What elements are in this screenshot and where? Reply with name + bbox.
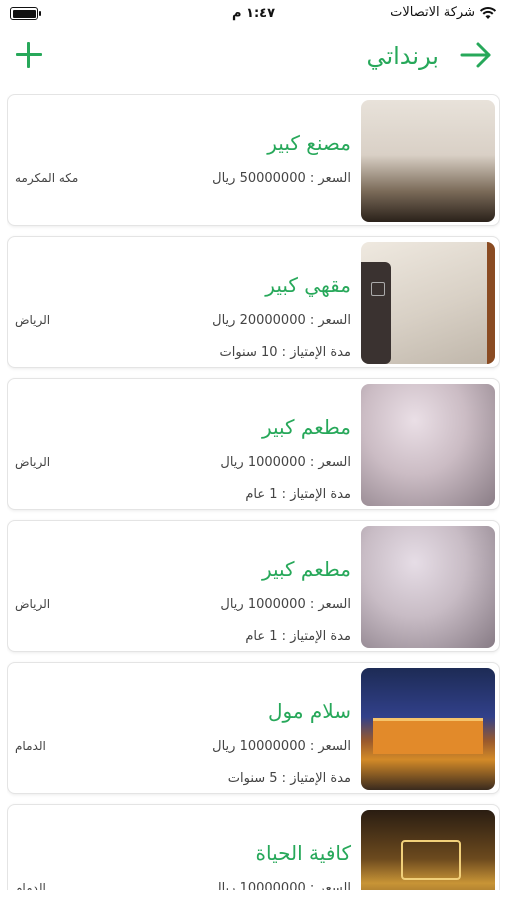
listing-city: الرياض [15, 313, 51, 327]
listing-duration: مدة الإمتياز : 1 عام [245, 629, 351, 644]
arrow-right-icon [460, 42, 491, 68]
listing-duration: مدة الإمتياز : 5 سنوات [227, 771, 351, 786]
listing-card[interactable]: مطعم كبير السعر : 1000000 ريال الرياض مد… [7, 520, 500, 652]
listing-city: مكه المكرمه [15, 171, 79, 185]
listing-price: السعر : 10000000 ريال [212, 739, 351, 754]
carrier-name: شركة الاتصالات [390, 5, 475, 20]
listing-image [361, 668, 495, 790]
listing-card[interactable]: سلام مول السعر : 10000000 ريال الدمام مد… [7, 662, 500, 794]
carrier-info: شركة الاتصالات [390, 5, 497, 20]
wifi-icon [479, 6, 497, 19]
navigation-bar: برنداتي [0, 30, 507, 86]
listing-image [361, 242, 495, 364]
listing-title: مطعم كبير [261, 415, 351, 439]
listing-price: السعر : 50000000 ريال [212, 171, 351, 186]
listing-price: السعر : 20000000 ريال [212, 313, 351, 328]
listing-title: سلام مول [267, 699, 351, 723]
add-button[interactable] [14, 40, 44, 70]
listing-title: مطعم كبير [261, 557, 351, 581]
listing-title: كافية الحياة [255, 841, 351, 865]
listing-card[interactable]: مطعم كبير السعر : 1000000 ريال الرياض مد… [7, 378, 500, 510]
listing-image [361, 384, 495, 506]
back-button[interactable] [459, 40, 493, 70]
listing-city: الرياض [15, 597, 51, 611]
listing-duration: مدة الإمتياز : 1 عام [245, 487, 351, 502]
listing-card[interactable]: مصنع كبير السعر : 50000000 ريال مكه المك… [7, 94, 500, 226]
listings-list[interactable]: مصنع كبير السعر : 50000000 ريال مكه المك… [7, 94, 500, 890]
listing-price: السعر : 10000000 ريال [212, 881, 351, 890]
listing-price: السعر : 1000000 ريال [220, 597, 351, 612]
listing-duration: مدة الإمتياز : 10 سنوات [219, 345, 351, 360]
listing-city: الدمام [15, 739, 46, 753]
status-bar: ١:٤٧ م شركة الاتصالات [0, 0, 507, 30]
listing-price: السعر : 1000000 ريال [220, 455, 351, 470]
page-title: برنداتي [366, 42, 439, 70]
listing-image [361, 810, 495, 890]
listing-city: الرياض [15, 455, 51, 469]
listing-title: مصنع كبير [267, 131, 351, 155]
listing-title: مقهي كبير [265, 273, 351, 297]
listing-card[interactable]: كافية الحياة السعر : 10000000 ريال الدما… [7, 804, 500, 890]
listing-image [361, 100, 495, 222]
listing-card[interactable]: مقهي كبير السعر : 20000000 ريال الرياض م… [7, 236, 500, 368]
listing-image [361, 526, 495, 648]
listing-city: الدمام [15, 881, 46, 890]
